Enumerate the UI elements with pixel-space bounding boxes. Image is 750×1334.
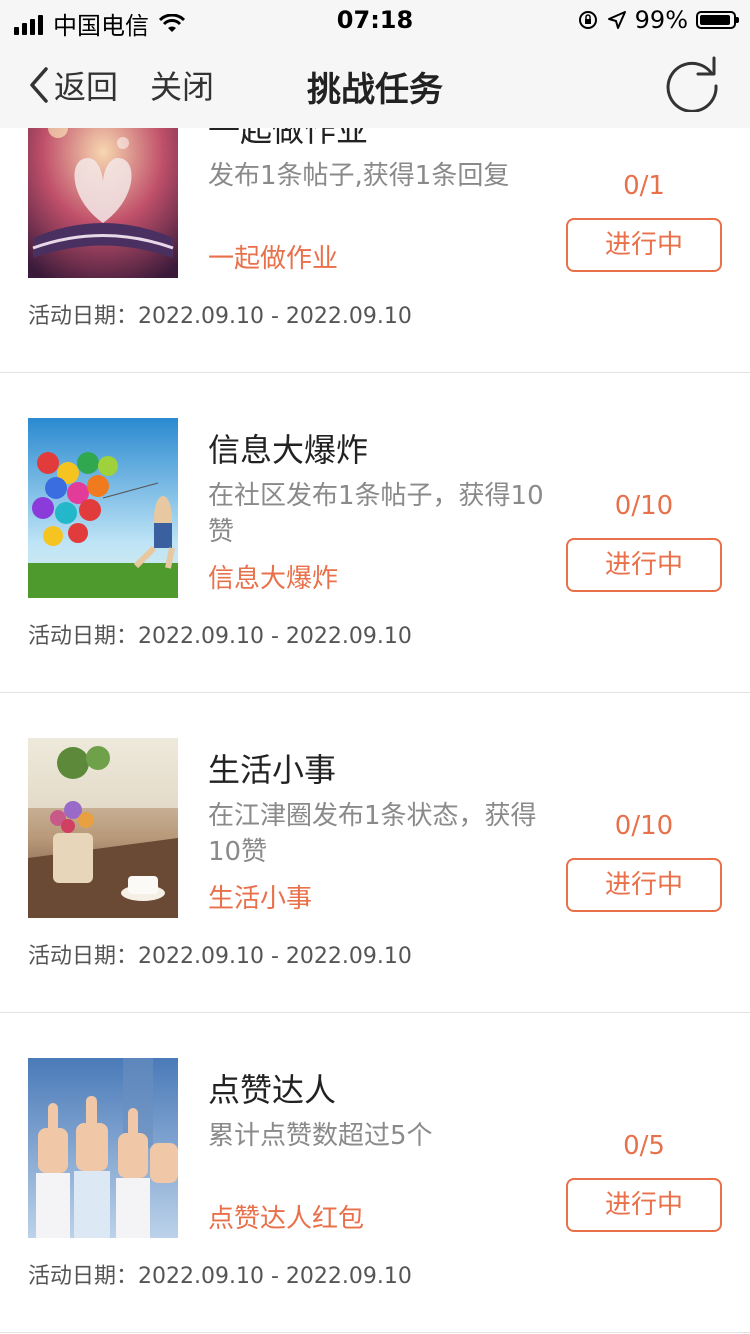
- activity-dates: 活动日期：2022.09.10 - 2022.09.10: [28, 618, 412, 650]
- page-title: 挑战任务: [307, 70, 443, 110]
- battery-percent: 99%: [634, 6, 688, 34]
- rotation-lock-icon: [578, 11, 597, 29]
- date-label: 活动日期：: [28, 624, 139, 649]
- date-label: 活动日期：: [28, 1264, 139, 1289]
- activity-dates: 活动日期：2022.09.10 - 2022.09.10: [28, 1258, 412, 1290]
- task-description: 累计点赞数超过5个: [208, 1121, 433, 1151]
- task-reward: 一起做作业: [208, 244, 339, 274]
- location-arrow-icon: [607, 11, 626, 29]
- task-description: 在社区发布1条帖子，获得10赞: [208, 481, 544, 547]
- status-bar: 中国电信 07:18 99%: [0, 0, 750, 40]
- task-item[interactable]: 点赞达人 累计点赞数超过5个 点赞达人红包 0/5 进行中 活动日期：2022.…: [0, 1013, 750, 1333]
- status-button[interactable]: 进行中: [566, 538, 722, 592]
- task-reward: 点赞达人红包: [208, 1204, 365, 1234]
- status-button[interactable]: 进行中: [566, 218, 722, 272]
- task-description: 在江津圈发布1条状态，获得10赞: [208, 801, 537, 867]
- task-title: 信息大爆炸: [208, 431, 369, 469]
- activity-dates: 活动日期：2022.09.10 - 2022.09.10: [28, 938, 412, 970]
- task-item[interactable]: 生活小事 在江津圈发布1条状态，获得10赞 生活小事 0/10 进行中 活动日期…: [0, 693, 750, 1013]
- battery-icon: [696, 11, 739, 29]
- date-label: 活动日期：: [28, 304, 139, 329]
- status-button[interactable]: 进行中: [566, 858, 722, 912]
- task-title: 生活小事: [208, 751, 337, 789]
- status-button[interactable]: 进行中: [566, 1178, 722, 1232]
- task-progress: 0/5: [623, 1131, 665, 1161]
- date-range: 2022.09.10 - 2022.09.10: [138, 1264, 412, 1289]
- task-image-thumbs-up: [28, 1058, 178, 1238]
- task-title: 点赞达人: [208, 1071, 337, 1109]
- activity-dates: 活动日期：2022.09.10 - 2022.09.10: [28, 298, 412, 330]
- task-progress: 0/10: [614, 491, 674, 521]
- task-description: 发布1条帖子,获得1条回复: [208, 161, 510, 191]
- task-reward: 信息大爆炸: [208, 564, 339, 594]
- date-label: 活动日期：: [28, 944, 139, 969]
- task-progress: 0/10: [614, 811, 674, 841]
- date-range: 2022.09.10 - 2022.09.10: [138, 944, 412, 969]
- task-image-flowers-coffee: [28, 738, 178, 918]
- refresh-icon[interactable]: [662, 52, 722, 112]
- navigation-bar: 返回 关闭 挑战任务: [0, 40, 750, 128]
- task-image-balloons: [28, 418, 178, 598]
- date-range: 2022.09.10 - 2022.09.10: [138, 304, 412, 329]
- date-range: 2022.09.10 - 2022.09.10: [138, 624, 412, 649]
- task-item[interactable]: 信息大爆炸 在社区发布1条帖子，获得10赞 信息大爆炸 0/10 进行中 活动日…: [0, 373, 750, 693]
- task-reward: 生活小事: [208, 884, 313, 914]
- task-progress: 0/1: [623, 171, 665, 201]
